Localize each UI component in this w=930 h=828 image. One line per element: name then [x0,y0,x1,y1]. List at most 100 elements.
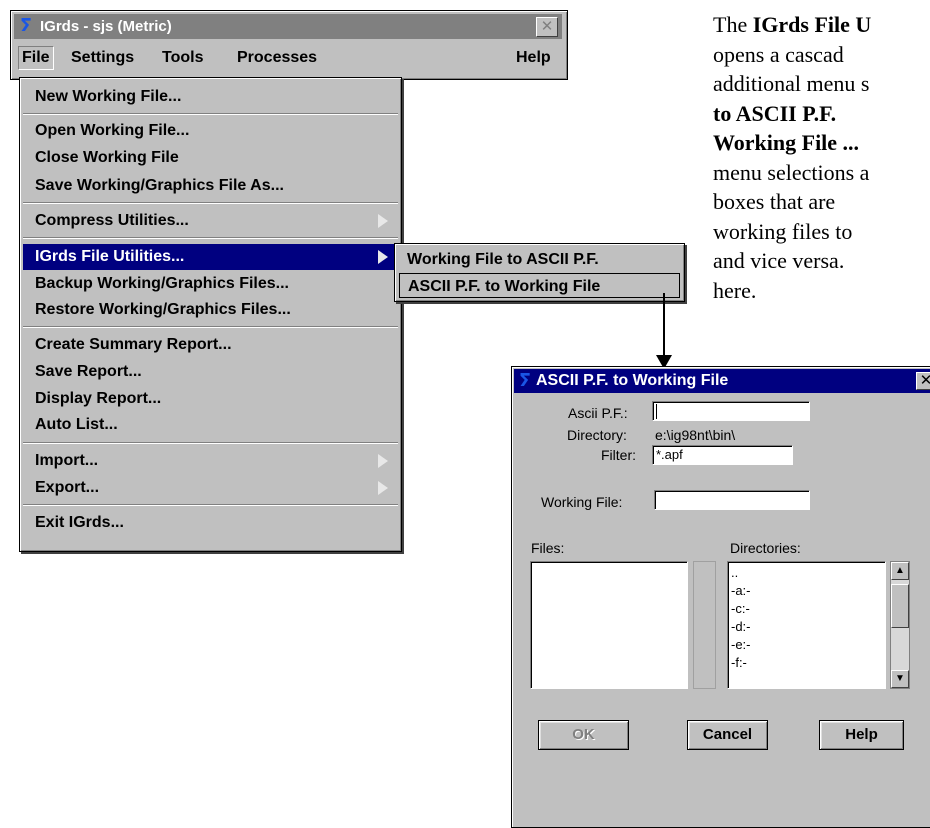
menu-item-label: Import... [35,452,99,469]
list-item[interactable]: -f:- [728,654,885,672]
list-item[interactable]: .. [728,564,885,582]
submenu-item-working-to-ascii[interactable]: Working File to ASCII P.F. [399,247,680,272]
menu-item-label: Close Working File [35,149,179,166]
menu-help[interactable]: Help [516,49,551,67]
menu-separator [23,326,398,328]
menu-separator [23,113,398,115]
menu-item-label: Save Working/Graphics File As... [35,177,284,194]
text-cursor [656,404,657,419]
menu-file[interactable]: File [18,46,54,70]
menu-item-exit-igrds[interactable]: Exit IGrds... [23,510,398,536]
menu-separator [23,442,398,444]
cancel-button[interactable]: Cancel [687,720,768,750]
files-scrollbar[interactable] [693,561,716,689]
menu-item-save-report[interactable]: Save Report... [23,359,398,385]
ascii-pf-input[interactable] [652,401,810,421]
files-listbox[interactable] [530,561,688,689]
menu-tools[interactable]: Tools [162,49,203,67]
main-title-bar: ⵢ IGrds - sjs (Metric) ✕ [14,14,562,39]
directories-listbox[interactable]: .. -a:- -c:- -d:- -e:- -f:- [727,561,886,689]
menu-item-label: Auto List... [35,416,118,433]
paragraph-line: working files to [713,218,853,244]
dialog-title-bar: ⵢ ASCII P.F. to Working File ✕ [514,369,930,393]
menu-item-display-report[interactable]: Display Report... [23,386,398,412]
menu-item-open-working-file[interactable]: Open Working File... [23,118,398,144]
menu-item-label: Backup Working/Graphics Files... [35,275,289,292]
menu-item-auto-list[interactable]: Auto List... [23,412,398,438]
scroll-up-icon[interactable]: ▲ [891,562,909,580]
scroll-down-icon[interactable]: ▼ [891,670,909,688]
main-window-title: IGrds - sjs (Metric) [40,18,172,35]
list-item[interactable]: -c:- [728,600,885,618]
submenu-arrow-icon [378,481,388,495]
menu-item-label: Save Report... [35,363,142,380]
menu-item-create-summary-report[interactable]: Create Summary Report... [23,332,398,358]
igrds-main-window: ⵢ IGrds - sjs (Metric) ✕ File Settings T… [10,10,568,80]
menu-item-label: Display Report... [35,390,162,407]
menu-item-label: Open Working File... [35,122,190,139]
menu-item-import[interactable]: Import... [23,448,398,474]
menu-item-label: IGrds File Utilities... [35,248,185,265]
paragraph-line: to ASCII P.F. [713,100,837,126]
paragraph-line: boxes that are [713,189,836,214]
menu-item-export[interactable]: Export... [23,475,398,501]
paragraph-line: here. [713,277,757,303]
igrds-logo-icon: ⵢ [518,370,532,391]
menu-item-new-working-file[interactable]: New Working File... [23,84,398,110]
menu-settings[interactable]: Settings [71,49,134,67]
menu-item-label: Export... [35,479,100,496]
paragraph-line: Working File ... [713,130,860,155]
pointer-arrow-line [663,293,665,359]
menu-separator [23,504,398,506]
dialog-title: ASCII P.F. to Working File [536,372,729,389]
paragraph-line: menu selections a [713,159,870,185]
directories-label: Directories: [730,540,801,556]
menu-item-igrds-file-utilities[interactable]: IGrds File Utilities... [23,244,398,270]
ok-button[interactable]: OK [538,720,629,750]
close-icon[interactable]: ✕ [916,372,930,390]
menu-separator [23,202,398,204]
ascii-to-working-file-dialog: ⵢ ASCII P.F. to Working File ✕ Ascii P.F… [511,366,930,828]
menu-processes[interactable]: Processes [237,49,317,67]
help-button[interactable]: Help [819,720,904,750]
description-paragraph: The IGrds File U opens a cascad addition… [713,10,930,305]
ascii-pf-label: Ascii P.F.: [568,405,628,421]
menu-item-label: Exit IGrds... [35,514,124,531]
menu-item-label: New Working File... [35,88,182,105]
working-file-label: Working File: [541,494,623,510]
close-icon[interactable]: ✕ [536,17,558,37]
files-label: Files: [531,540,565,556]
paragraph-line: The IGrds File U [713,12,872,37]
menu-item-restore-files[interactable]: Restore Working/Graphics Files... [23,297,398,323]
scrollbar-thumb[interactable] [891,584,909,628]
submenu-arrow-icon [378,214,388,228]
paragraph-line: additional menu s [713,71,870,96]
submenu-item-ascii-to-working[interactable]: ASCII P.F. to Working File [399,273,680,298]
menu-item-close-working-file[interactable]: Close Working File [23,145,398,171]
menu-item-compress-utilities[interactable]: Compress Utilities... [23,208,398,234]
list-item[interactable]: -e:- [728,636,885,654]
menubar: File Settings Tools Processes Help [14,43,562,73]
submenu-arrow-icon [378,454,388,468]
menu-item-save-working-file-as[interactable]: Save Working/Graphics File As... [23,173,398,199]
menu-item-label: Create Summary Report... [35,336,232,353]
list-item[interactable]: -a:- [728,582,885,600]
directories-scrollbar[interactable]: ▲ ▼ [890,561,910,689]
directory-value: e:\ig98nt\bin\ [655,427,736,443]
paragraph-line: opens a cascad [713,41,844,67]
menu-item-backup-files[interactable]: Backup Working/Graphics Files... [23,271,398,297]
filter-label: Filter: [601,447,636,463]
submenu-arrow-icon [378,250,388,264]
igrds-file-utilities-submenu: Working File to ASCII P.F. ASCII P.F. to… [394,243,685,302]
file-menu-dropdown: New Working File... Open Working File...… [19,77,402,552]
directory-label: Directory: [567,427,627,443]
working-file-input[interactable] [654,490,810,510]
filter-input[interactable]: *.apf [652,445,793,465]
menu-item-label: Compress Utilities... [35,212,189,229]
paragraph-line: and vice versa. [713,248,845,273]
igrds-logo-icon: ⵢ [19,15,33,36]
menu-file-label: File [22,49,50,66]
menu-item-label: Restore Working/Graphics Files... [35,301,291,318]
menu-separator [23,237,398,239]
list-item[interactable]: -d:- [728,618,885,636]
